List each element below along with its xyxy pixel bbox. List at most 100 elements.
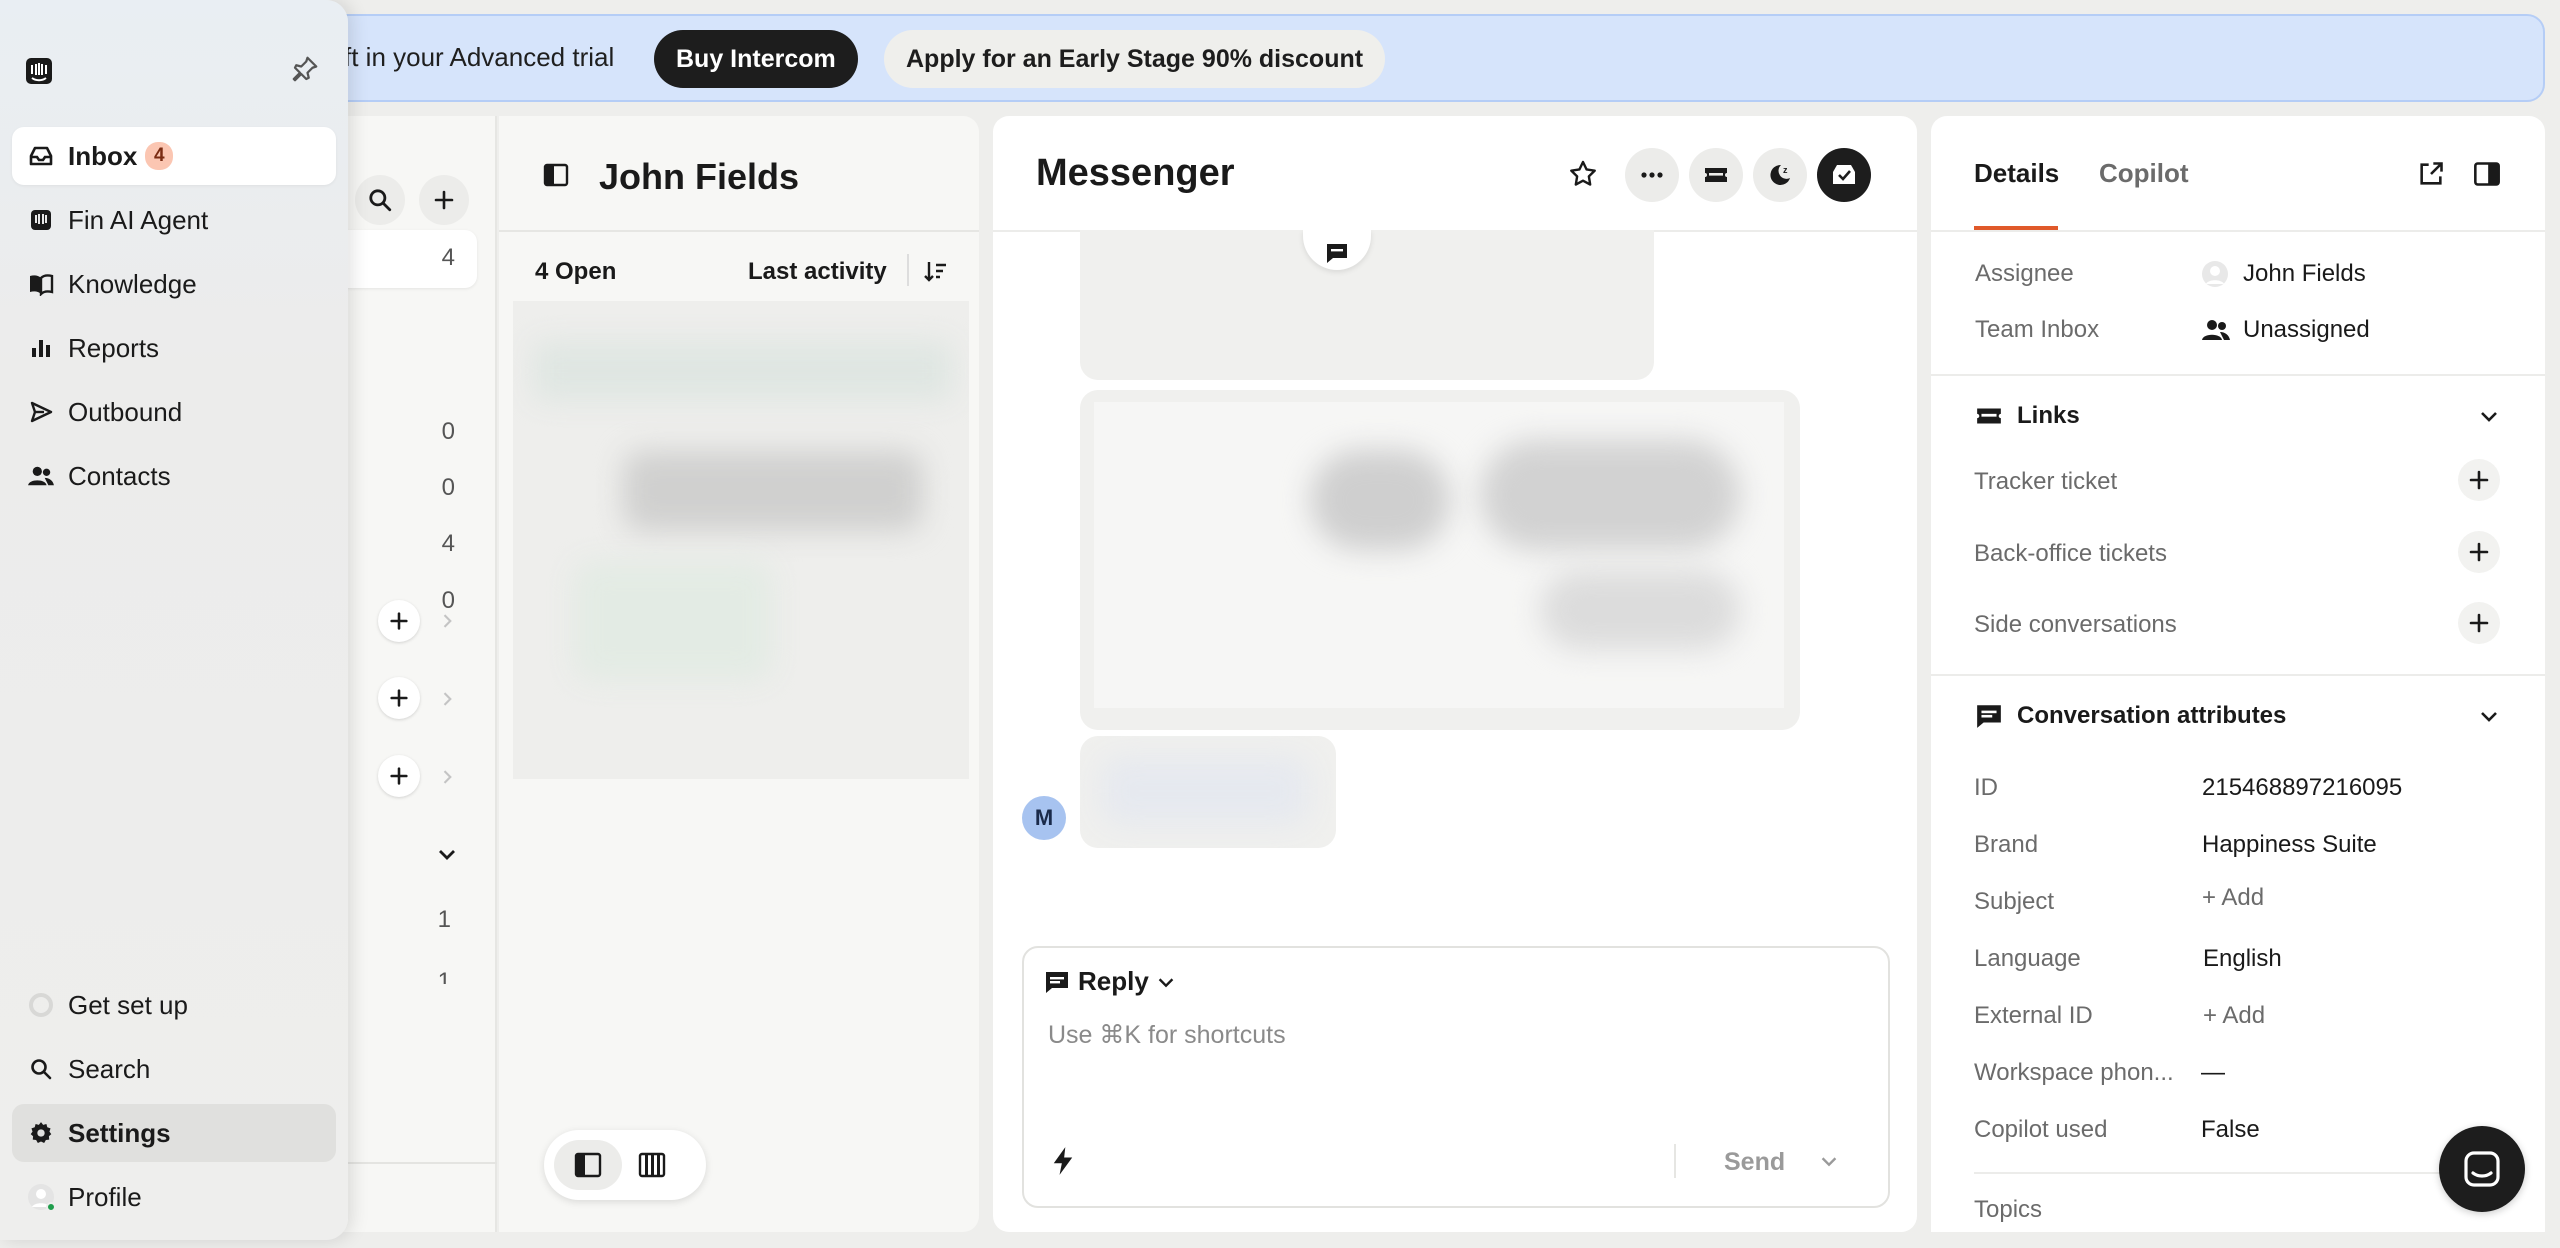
team-inbox-dropdown[interactable]: Unassigned [2201, 316, 2370, 344]
pin-icon[interactable] [290, 54, 320, 84]
lightning-icon[interactable] [1050, 1146, 1076, 1176]
new-conversation-button[interactable] [419, 175, 469, 225]
reply-input[interactable]: Use ⌘K for shortcuts [1048, 1020, 1286, 1050]
open-external-icon[interactable] [2417, 160, 2445, 188]
sidebar-item-label: Reports [68, 332, 160, 363]
chevron-down-icon[interactable] [435, 842, 459, 866]
search-icon[interactable] [355, 175, 405, 225]
star-icon[interactable] [1567, 158, 1599, 190]
attribute-label: Workspace phon... [1974, 1059, 2174, 1086]
sidebar-item-fin-ai-agent[interactable]: Fin AI Agent [12, 191, 336, 249]
sidebar-item-inbox[interactable]: Inbox 4 [12, 127, 336, 185]
snooze-icon[interactable]: z [1753, 148, 1807, 202]
toggle-sidebar-icon[interactable] [543, 163, 569, 187]
add-teammate-inbox-button[interactable] [378, 677, 420, 719]
divider [1974, 1172, 2504, 1174]
attribute-value-brand[interactable]: Happiness Suite [2202, 831, 2377, 859]
inbox-icon [26, 141, 56, 171]
close-conversation-icon[interactable] [1817, 148, 1871, 202]
conversation-list-item[interactable] [513, 301, 969, 779]
toggle-details-panel-icon[interactable] [2473, 160, 2501, 188]
messenger-launcher-icon[interactable] [2439, 1126, 2525, 1212]
sidebar-item-label: Fin AI Agent [68, 204, 209, 235]
sidebar-item-label: Knowledge [68, 268, 197, 299]
online-status-dot [46, 1202, 56, 1212]
add-tracker-ticket-button[interactable] [2458, 459, 2500, 501]
sidebar-item-outbound[interactable]: Outbound [12, 383, 336, 441]
sidebar-item-label: Outbound [68, 396, 183, 427]
assignee-dropdown[interactable]: John Fields [2201, 260, 2366, 288]
attribute-label: Copilot used [1974, 1116, 2108, 1143]
sidebar-item-settings[interactable]: Settings [12, 1104, 336, 1162]
divider [907, 254, 909, 286]
divider [1674, 1144, 1676, 1178]
early-stage-discount-button[interactable]: Apply for an Early Stage 90% discount [884, 30, 1386, 88]
attribute-value-workspace-phone[interactable]: — [2201, 1059, 2225, 1087]
divider [1931, 674, 2545, 676]
divider [499, 230, 979, 232]
send-options-chevron-icon[interactable] [1818, 1150, 1840, 1172]
open-count-filter[interactable]: 4 Open [535, 258, 616, 286]
sidebar-item-contacts[interactable]: Contacts [12, 447, 336, 505]
inbox-count: 1 [437, 968, 451, 984]
main-navigation-sidebar: Inbox 4 Fin AI Agent Knowledge Reports O… [0, 0, 348, 1240]
conversation-attributes-header[interactable]: Conversation attributes [1975, 702, 2286, 730]
team-inbox-label: Team Inbox [1975, 316, 2100, 343]
sidebar-item-label: Inbox [68, 140, 138, 171]
attribute-label: ID [1974, 774, 1998, 801]
multi-pane-layout-icon[interactable] [638, 1152, 666, 1178]
chevron-right-icon[interactable] [437, 688, 457, 710]
tab-details[interactable]: Details [1974, 158, 2059, 189]
sidebar-item-reports[interactable]: Reports [12, 319, 336, 377]
more-options-icon[interactable] [1625, 148, 1679, 202]
assignee-value: John Fields [2243, 260, 2366, 287]
avatar: M [1022, 796, 1066, 840]
message-bubble [1080, 230, 1654, 380]
conversation-title: Messenger [1036, 152, 1235, 194]
sort-order-icon[interactable] [923, 258, 949, 284]
sidebar-item-label: Get set up [68, 989, 188, 1020]
sidebar-item-get-set-up[interactable]: Get set up [12, 976, 336, 1034]
add-team-inbox-button[interactable] [378, 600, 420, 642]
send-button[interactable]: Send [1724, 1148, 1785, 1177]
chevron-down-icon [1158, 977, 1174, 987]
chevron-right-icon[interactable] [437, 766, 457, 788]
sidebar-item-label: Profile [68, 1181, 142, 1212]
inbox-count: 0 [441, 418, 455, 445]
add-view-button[interactable] [378, 755, 420, 797]
intercom-logo-icon[interactable] [25, 57, 53, 85]
send-icon [26, 397, 56, 427]
people-icon [26, 461, 56, 491]
links-title: Links [2017, 402, 2080, 429]
chevron-right-icon[interactable] [437, 610, 457, 632]
links-section-header[interactable]: Links [1975, 402, 2080, 430]
sort-by-dropdown[interactable]: Last activity [748, 258, 887, 286]
reply-mode-label: Reply [1078, 966, 1149, 996]
sidebar-item-label: Settings [68, 1117, 171, 1148]
reply-mode-dropdown[interactable]: Reply [1044, 966, 1177, 997]
divider [1931, 374, 2545, 376]
buy-intercom-button[interactable]: Buy Intercom [654, 30, 858, 88]
add-external-id-button[interactable]: + Add [2203, 1002, 2265, 1030]
conversation-attributes-title: Conversation attributes [2017, 702, 2287, 729]
add-subject-button[interactable]: + Add [2202, 884, 2264, 912]
team-inbox-value: Unassigned [2243, 316, 2370, 343]
attribute-value-language[interactable]: English [2203, 945, 2282, 973]
add-side-conversation-button[interactable] [2458, 602, 2500, 644]
tab-copilot[interactable]: Copilot [2099, 158, 2189, 189]
ticket-icon[interactable] [1689, 148, 1743, 202]
single-pane-layout-icon[interactable] [554, 1140, 622, 1190]
gear-icon [26, 1118, 56, 1148]
add-back-office-ticket-button[interactable] [2458, 531, 2500, 573]
sidebar-item-profile[interactable]: Profile [12, 1168, 336, 1226]
sidebar-item-knowledge[interactable]: Knowledge [12, 255, 336, 313]
attribute-label: External ID [1974, 1002, 2093, 1029]
sidebar-item-search[interactable]: Search [12, 1040, 336, 1098]
attribute-value-id: 215468897216095 [2202, 774, 2403, 801]
chevron-down-icon[interactable] [2477, 404, 2501, 428]
back-office-tickets-label: Back-office tickets [1974, 540, 2167, 567]
message-icon [1977, 705, 2001, 728]
attribute-label: Language [1974, 945, 2081, 972]
chevron-down-icon[interactable] [2477, 704, 2501, 728]
details-panel: Details Copilot Assignee John Fields Tea… [1931, 116, 2545, 1232]
